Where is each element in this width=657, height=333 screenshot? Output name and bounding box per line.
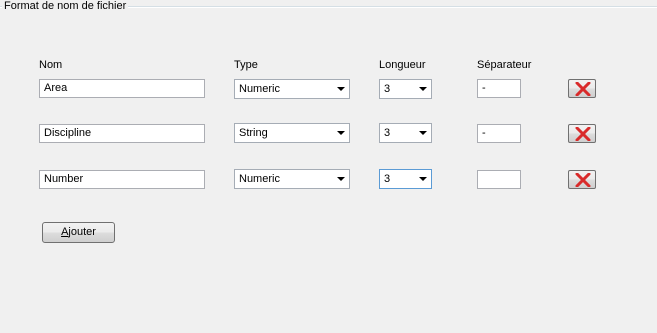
type-select-value: Numeric: [239, 173, 280, 185]
header-separateur: Séparateur: [477, 59, 532, 71]
delete-icon: [575, 82, 591, 96]
chevron-down-icon: [337, 177, 345, 181]
longueur-select-value: 3: [384, 127, 391, 139]
type-select-1[interactable]: Numeric: [234, 79, 350, 99]
chevron-down-icon: [419, 177, 427, 181]
longueur-select-1[interactable]: 3: [379, 79, 432, 99]
type-select-value: String: [239, 127, 268, 139]
type-select-value: Numeric: [239, 83, 280, 95]
delete-row-button-2[interactable]: [568, 124, 596, 143]
header-type: Type: [234, 59, 258, 71]
separateur-input-1[interactable]: -: [477, 79, 521, 98]
chevron-down-icon: [419, 131, 427, 135]
nom-input-2[interactable]: Discipline: [39, 124, 205, 143]
separateur-input-2[interactable]: -: [477, 124, 521, 143]
add-button-label: jouter: [68, 226, 96, 238]
longueur-select-3[interactable]: 3: [379, 169, 432, 189]
header-nom: Nom: [39, 59, 63, 71]
longueur-select-value: 3: [384, 83, 391, 95]
header-longueur: Longueur: [379, 59, 426, 71]
longueur-select-value: 3: [384, 173, 391, 185]
nom-input-3[interactable]: Number: [39, 170, 205, 189]
type-select-3[interactable]: Numeric: [234, 169, 350, 189]
chevron-down-icon: [337, 87, 345, 91]
separateur-input-3[interactable]: [477, 170, 521, 189]
chevron-down-icon: [419, 87, 427, 91]
groupbox-title: Format de nom de fichier: [2, 0, 129, 13]
delete-icon: [575, 173, 591, 187]
delete-row-button-3[interactable]: [568, 170, 596, 189]
delete-icon: [575, 127, 591, 141]
delete-row-button-1[interactable]: [568, 79, 596, 98]
add-row-button[interactable]: Ajouter: [42, 222, 115, 243]
longueur-select-2[interactable]: 3: [379, 123, 432, 143]
chevron-down-icon: [337, 131, 345, 135]
nom-input-1[interactable]: Area: [39, 79, 205, 98]
type-select-2[interactable]: String: [234, 123, 350, 143]
